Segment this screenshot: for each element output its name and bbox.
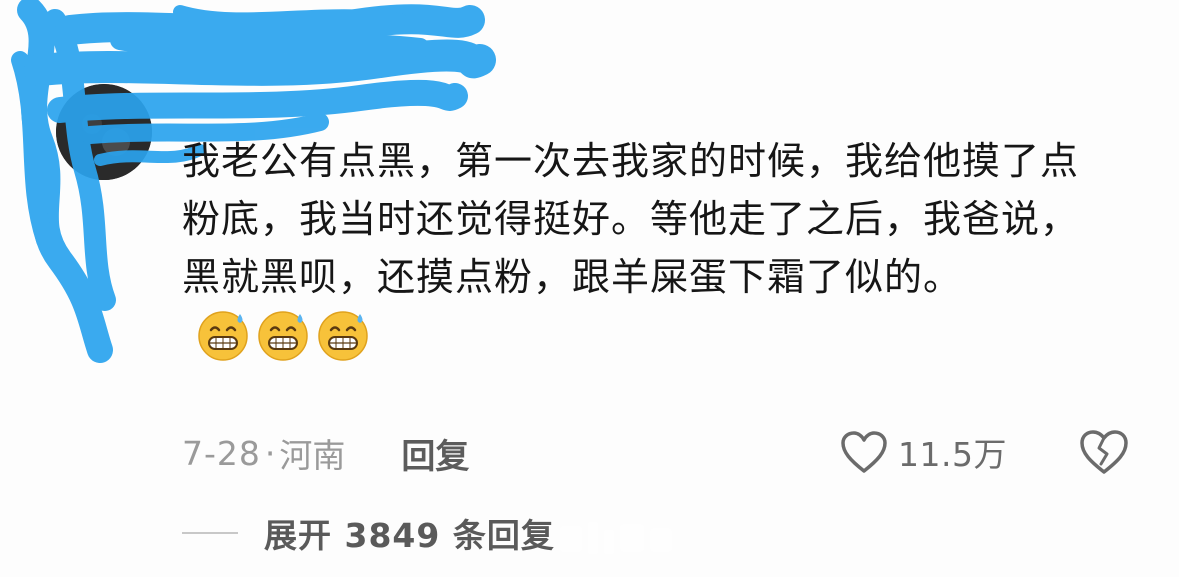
like-button[interactable]: 11.5万 xyxy=(840,426,1007,478)
grinning-sweat-emoji-icon xyxy=(256,308,310,362)
heart-outline-icon xyxy=(841,431,887,473)
avatar[interactable] xyxy=(56,84,152,180)
comment-body: 我老公有点黑，第一次去我家的时候，我给他摸了点粉底，我当时还觉得挺好。等他走了之… xyxy=(182,132,1102,364)
expand-replies-label: 展开 3849 条回复 xyxy=(264,516,555,555)
comment-date: 7-28 xyxy=(182,433,261,473)
grinning-sweat-emoji-icon xyxy=(196,308,250,362)
avatar-image-icon xyxy=(56,84,152,180)
comment-screenshot: 我老公有点黑，第一次去我家的时候，我给他摸了点粉底，我当时还觉得挺好。等他走了之… xyxy=(0,0,1179,577)
grinning-sweat-emoji-icon xyxy=(316,308,370,362)
comment-meta: 7-28 · 河南 回复 xyxy=(182,428,469,478)
expand-divider xyxy=(182,532,238,534)
broken-heart-icon xyxy=(1080,430,1128,474)
expand-replies-button[interactable]: 展开 3849 条回复 xyxy=(182,508,555,558)
dislike-button[interactable] xyxy=(1078,428,1130,476)
meta-separator: · xyxy=(264,433,276,473)
emoji-row xyxy=(196,308,370,362)
comment-text: 我老公有点黑，第一次去我家的时候，我给他摸了点粉底，我当时还觉得挺好。等他走了之… xyxy=(182,139,1080,299)
reply-button[interactable]: 回复 xyxy=(401,429,469,478)
comment-location: 河南 xyxy=(279,436,346,475)
platform-watermark xyxy=(560,522,672,554)
like-count: 11.5万 xyxy=(898,435,1007,474)
